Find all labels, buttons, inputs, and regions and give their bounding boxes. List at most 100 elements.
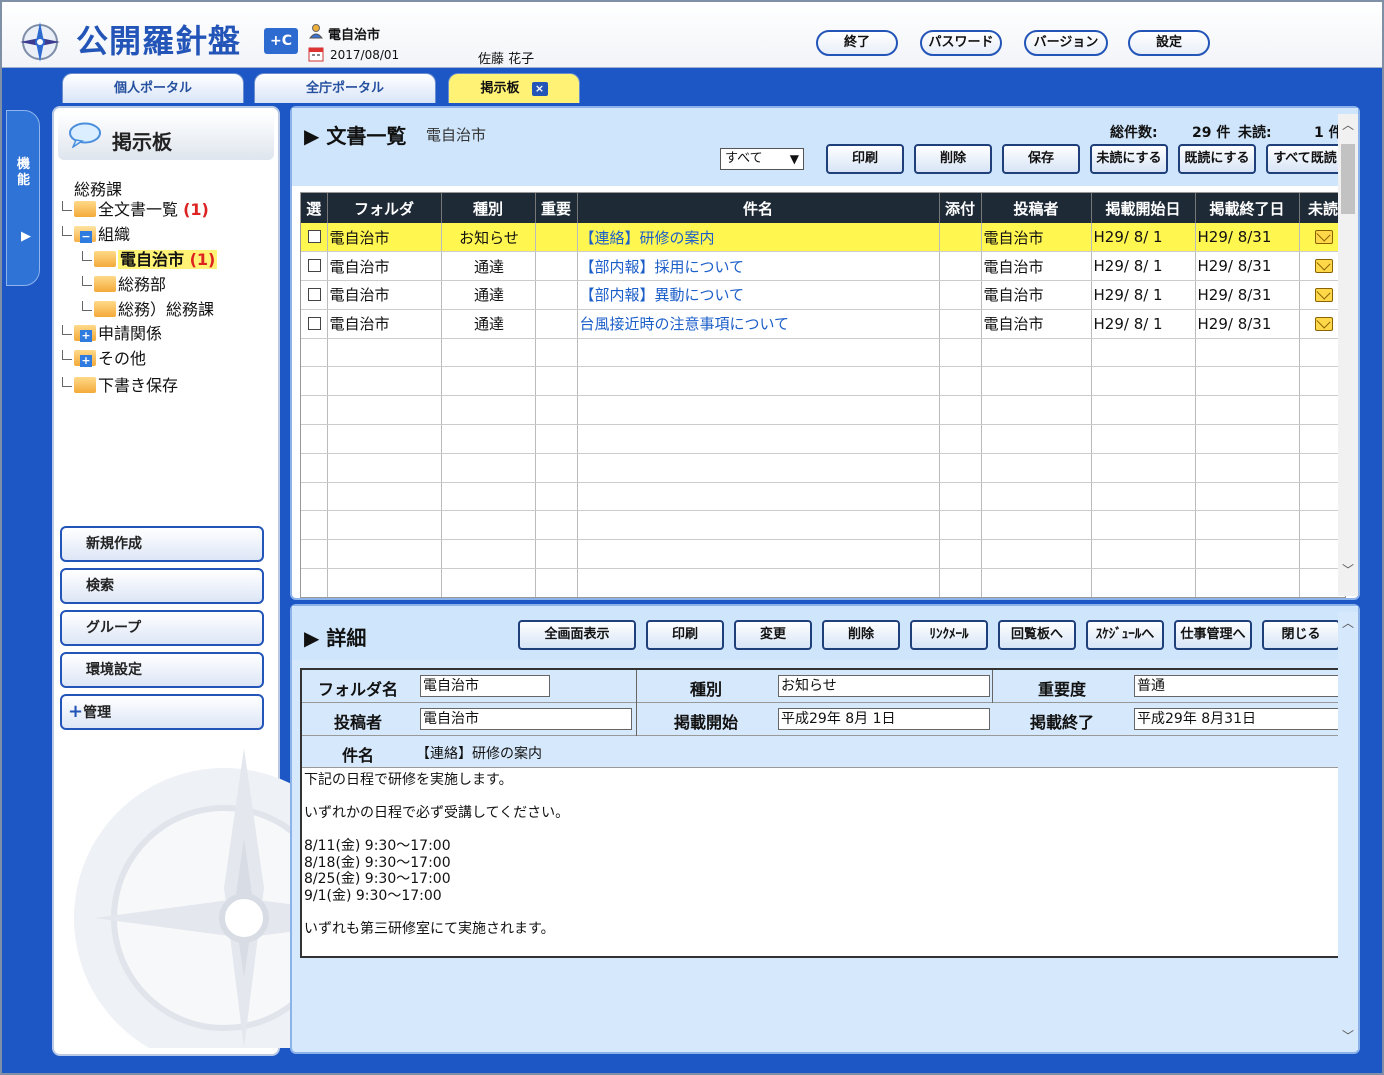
tab-personal-portal[interactable]: 個人ポータル xyxy=(62,73,244,103)
tree-item-label: 電自治市 (1) xyxy=(118,250,218,269)
tab-bulletin-board[interactable]: 掲示板 × xyxy=(448,73,580,103)
empty-cell xyxy=(327,395,442,426)
empty-cell xyxy=(1195,539,1300,570)
tree-item-applications[interactable]: + 申請関係 xyxy=(62,324,162,344)
cell-start: H29/ 8/ 1 xyxy=(1091,280,1196,310)
settings-button[interactable]: 設定 xyxy=(1128,30,1210,56)
cell-subject[interactable]: 台風接近時の注意事項について xyxy=(577,309,940,339)
expand-icon[interactable]: + xyxy=(80,355,92,367)
unread-mail-icon[interactable] xyxy=(1315,230,1333,245)
scrollbar-thumb[interactable] xyxy=(1341,144,1355,214)
link-mail-button[interactable]: ﾘﾝｸﾒｰﾙ xyxy=(910,620,988,650)
tree-item-drafts[interactable]: 下書き保存 xyxy=(62,376,178,396)
row-select-cell xyxy=(301,309,328,339)
col-header-end-date[interactable]: 掲載終了日 xyxy=(1195,193,1300,223)
print-button[interactable]: 印刷 xyxy=(826,144,904,174)
close-detail-button[interactable]: 閉じる xyxy=(1262,620,1340,650)
preferences-button[interactable]: 環境設定 xyxy=(60,652,264,688)
function-menu-toggle[interactable]: 機能 ▶ xyxy=(6,110,40,286)
col-header-attachment[interactable]: 添付 xyxy=(939,193,982,223)
col-header-type[interactable]: 種別 xyxy=(441,193,536,223)
publish-start-label: 掲載開始 xyxy=(673,713,738,732)
filter-select[interactable]: すべて ▼ xyxy=(720,148,804,170)
new-document-button[interactable]: 新規作成 xyxy=(60,526,264,562)
tree-item-organization[interactable]: − 組織 xyxy=(62,225,130,245)
list-scrollbar[interactable]: ︿ ﹀ xyxy=(1338,114,1358,596)
scroll-down-icon[interactable]: ﹀ xyxy=(1342,1027,1354,1044)
empty-cell xyxy=(981,510,1092,541)
row-checkbox[interactable] xyxy=(308,287,322,301)
col-header-subject[interactable]: 件名 xyxy=(577,193,940,223)
save-button[interactable]: 保存 xyxy=(1002,144,1080,174)
empty-cell xyxy=(981,539,1092,570)
tree-item-denjichishi[interactable]: 電自治市 (1) xyxy=(82,250,218,270)
detail-scrollbar[interactable]: ︿ ﹀ xyxy=(1338,612,1358,1050)
empty-cell xyxy=(1195,424,1300,454)
cell-subject[interactable]: 【連絡】研修の案内 xyxy=(577,223,940,253)
edit-button[interactable]: 変更 xyxy=(734,620,812,650)
detail-print-button[interactable]: 印刷 xyxy=(646,620,724,650)
empty-cell xyxy=(1091,510,1196,541)
empty-cell xyxy=(939,510,982,541)
group-button[interactable]: グループ xyxy=(60,610,264,646)
cell-type: 通達 xyxy=(441,251,536,282)
close-icon[interactable]: × xyxy=(531,81,548,96)
unread-mail-icon[interactable] xyxy=(1315,287,1333,302)
to-schedule-button[interactable]: ｽｹｼﾞｭｰﾙへ xyxy=(1086,620,1164,650)
tree-item-general-affairs-section[interactable]: 総務）総務課 xyxy=(82,300,214,320)
col-header-author[interactable]: 投稿者 xyxy=(981,193,1092,223)
to-circular-button[interactable]: 回覧板へ xyxy=(998,620,1076,650)
unread-mail-icon[interactable] xyxy=(1315,259,1333,274)
cell-type: 通達 xyxy=(441,309,536,339)
version-button[interactable]: バージョン xyxy=(1024,30,1108,56)
exit-button[interactable]: 終了 xyxy=(816,30,898,56)
cell-subject[interactable]: 【部内報】採用について xyxy=(577,251,940,282)
empty-cell xyxy=(441,453,536,483)
password-button[interactable]: パスワード xyxy=(920,30,1002,56)
current-date: 2017/08/01 xyxy=(330,48,400,62)
mark-all-read-button[interactable]: すべて既読 xyxy=(1266,144,1344,174)
table-row[interactable]: 電自治市 通達 【部内報】採用について 電自治市 H29/ 8/ 1 H29/ 8/31 xyxy=(301,251,1345,282)
scroll-down-icon[interactable]: ﹀ xyxy=(1342,561,1354,578)
org-name: 電自治市 xyxy=(328,28,381,43)
scroll-up-icon[interactable]: ︿ xyxy=(1342,614,1354,631)
tree-connector xyxy=(82,251,92,261)
folder-icon: + xyxy=(74,350,96,367)
row-checkbox[interactable] xyxy=(308,230,322,244)
row-checkbox[interactable] xyxy=(308,259,322,273)
cell-subject[interactable]: 【部内報】異動について xyxy=(577,280,940,310)
mark-read-button[interactable]: 既読にする xyxy=(1178,144,1256,174)
table-row[interactable]: 電自治市 通達 【部内報】異動について 電自治市 H29/ 8/ 1 H29/ 8/31 xyxy=(301,280,1345,310)
detail-delete-button[interactable]: 削除 xyxy=(822,620,900,650)
table-row[interactable]: 電自治市 お知らせ 【連絡】研修の案内 電自治市 H29/ 8/ 1 H29/ 8/31 xyxy=(301,223,1345,253)
unread-mail-icon[interactable] xyxy=(1315,316,1333,331)
admin-button[interactable]: +管理 xyxy=(60,694,264,730)
document-list-header: ▶ 文書一覧 電自治市 総件数: 29 件 未読: 1 件 すべて ▼ 印刷 削除… xyxy=(292,108,1358,186)
tree-item-others[interactable]: + その他 xyxy=(62,349,146,369)
to-task-button[interactable]: 仕事管理へ xyxy=(1174,620,1252,650)
app-window: 公開羅針盤 +C 電自治市 2017/08/01 佐藤 花子 終了 パスワード … xyxy=(0,0,1384,1075)
delete-button[interactable]: 削除 xyxy=(914,144,992,174)
empty-cell xyxy=(301,568,328,597)
app-title: 公開羅針盤 xyxy=(76,22,242,60)
empty-cell xyxy=(301,395,328,426)
table-row[interactable]: 電自治市 通達 台風接近時の注意事項について 電自治市 H29/ 8/ 1 H29/ 8/… xyxy=(301,309,1345,339)
tree-item-label: 総務部 xyxy=(118,275,167,294)
tree-item-general-affairs-dept[interactable]: 総務部 xyxy=(82,275,166,295)
unread-count: (1) xyxy=(189,250,216,269)
row-checkbox[interactable] xyxy=(308,316,322,330)
scroll-up-icon[interactable]: ︿ xyxy=(1342,116,1354,133)
message-body: 下記の日程で研修を実施します。 いずれかの日程で必ず受講してください。 8/11… xyxy=(304,772,570,937)
empty-cell xyxy=(577,539,940,570)
empty-cell xyxy=(577,338,940,368)
expand-icon[interactable]: + xyxy=(80,330,92,342)
search-button[interactable]: 検索 xyxy=(60,568,264,604)
tree-item-all-documents[interactable]: 全文書一覧 (1) xyxy=(62,200,209,220)
col-header-important[interactable]: 重要 xyxy=(535,193,578,223)
tab-all-portal[interactable]: 全庁ポータル xyxy=(254,73,436,103)
collapse-icon[interactable]: − xyxy=(80,231,92,243)
fullscreen-button[interactable]: 全画面表示 xyxy=(518,620,636,650)
col-header-folder[interactable]: フォルダ xyxy=(327,193,442,223)
mark-unread-button[interactable]: 未読にする xyxy=(1090,144,1168,174)
col-header-start-date[interactable]: 掲載開始日 xyxy=(1091,193,1196,223)
